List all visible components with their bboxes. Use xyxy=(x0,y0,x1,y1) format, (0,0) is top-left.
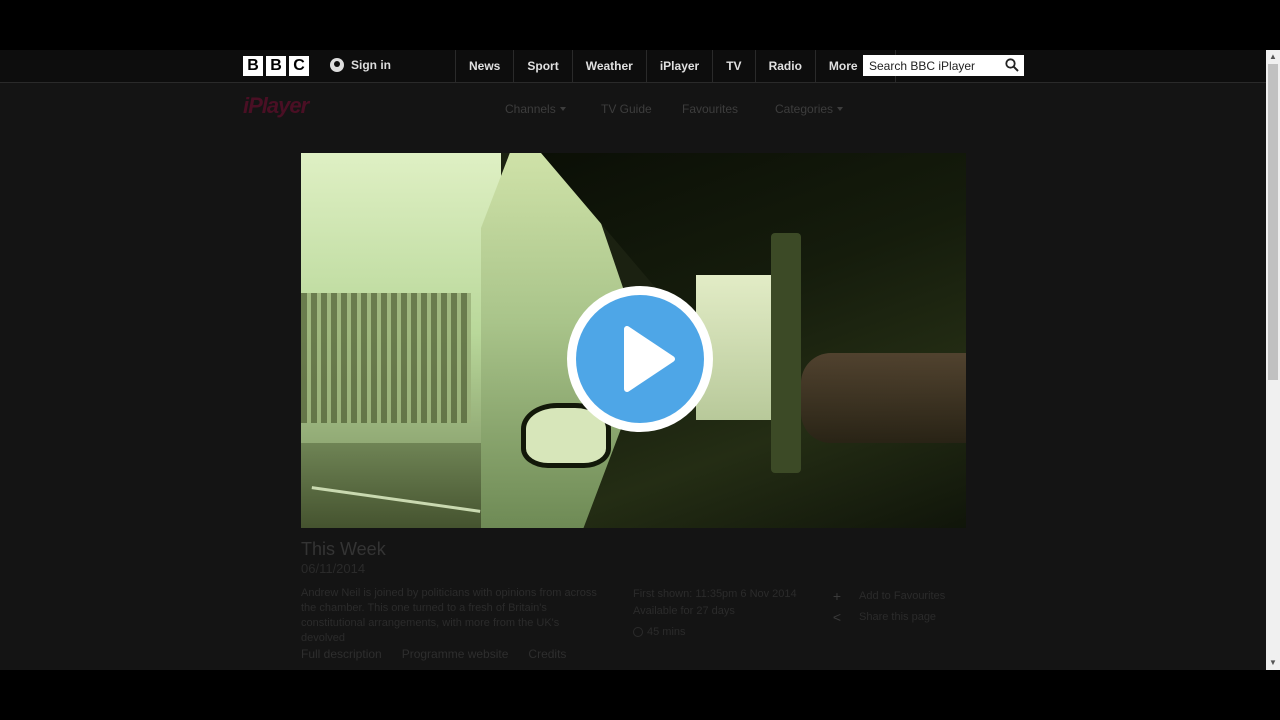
favourites-link[interactable]: Favourites xyxy=(682,102,738,116)
clock-icon xyxy=(633,627,643,637)
share-icon: < xyxy=(832,608,842,625)
video-frame-building xyxy=(301,293,471,423)
video-frame-headrest xyxy=(771,233,801,473)
page-scrollbar[interactable]: ▲ ▼ xyxy=(1266,50,1280,670)
programme-duration: 45 mins xyxy=(633,626,686,638)
nav-link-sport[interactable]: Sport xyxy=(513,50,571,82)
letterbox-bottom xyxy=(0,670,1280,720)
video-frame-seat xyxy=(801,353,966,443)
programme-date: 06/11/2014 xyxy=(301,561,366,576)
categories-label: Categories xyxy=(775,102,834,116)
channels-menu[interactable]: Channels xyxy=(505,102,566,116)
add-to-favourites-label: Add to Favourites xyxy=(859,589,946,602)
search-icon xyxy=(1005,58,1019,72)
nav-link-tv[interactable]: TV xyxy=(712,50,754,82)
nav-link-radio[interactable]: Radio xyxy=(754,50,815,82)
nav-more-label: More xyxy=(828,59,858,73)
chevron-down-icon xyxy=(837,107,844,111)
letterbox-top xyxy=(0,0,1280,50)
programme-title: This Week xyxy=(301,539,386,559)
bbc-logo-block: B xyxy=(243,56,263,76)
scroll-up-arrow-icon[interactable]: ▲ xyxy=(1266,50,1280,64)
iplayer-page: B B C Sign in News Sport Weather iPlayer… xyxy=(0,50,1266,670)
chevron-down-icon xyxy=(559,107,566,111)
search-box xyxy=(863,55,1024,76)
programme-actions: + Add to Favourites < Share this page xyxy=(831,585,945,627)
tab-programme-website[interactable]: Programme website xyxy=(402,647,509,661)
programme-meta: First shown: 11:35pm 6 Nov 2014 Availabl… xyxy=(633,586,797,620)
nav-link-weather[interactable]: Weather xyxy=(571,50,646,82)
user-icon xyxy=(330,58,344,72)
iplayer-logo[interactable]: iPlayer xyxy=(243,93,309,119)
search-input[interactable] xyxy=(863,55,998,76)
video-player[interactable] xyxy=(301,153,966,528)
programme-tabs: Full description Programme website Credi… xyxy=(301,647,566,661)
iplayer-nav: iPlayer Channels TV Guide Favourites Cat… xyxy=(0,83,1266,139)
scroll-thumb[interactable] xyxy=(1268,64,1278,380)
search-button[interactable] xyxy=(1000,55,1024,76)
sign-in-label: Sign in xyxy=(351,58,391,72)
tv-guide-link[interactable]: TV Guide xyxy=(601,102,652,116)
duration-label: 45 mins xyxy=(647,626,686,638)
play-button-circle xyxy=(576,295,704,423)
sign-in-link[interactable]: Sign in xyxy=(330,58,391,72)
first-shown: First shown: 11:35pm 6 Nov 2014 xyxy=(633,588,797,600)
nav-link-iplayer[interactable]: iPlayer xyxy=(645,50,712,82)
channels-label: Channels xyxy=(505,102,556,116)
play-button[interactable] xyxy=(567,286,713,432)
programme-description: Andrew Neil is joined by politicians wit… xyxy=(301,587,597,644)
bbc-nav-links: News Sport Weather iPlayer TV Radio More xyxy=(455,50,896,82)
add-to-favourites-button[interactable]: + Add to Favourites xyxy=(831,585,945,606)
bbc-logo[interactable]: B B C xyxy=(243,56,309,76)
bbc-global-nav: B B C Sign in News Sport Weather iPlayer… xyxy=(0,50,1266,83)
bbc-logo-block: C xyxy=(289,56,309,76)
share-button[interactable]: < Share this page xyxy=(831,606,945,627)
categories-menu[interactable]: Categories xyxy=(775,102,844,116)
share-label: Share this page xyxy=(859,610,937,623)
tab-full-description[interactable]: Full description xyxy=(301,647,382,661)
plus-icon: + xyxy=(832,587,842,604)
video-frame-road xyxy=(301,443,501,528)
scroll-down-arrow-icon[interactable]: ▼ xyxy=(1266,656,1280,670)
tab-credits[interactable]: Credits xyxy=(528,647,566,661)
bbc-logo-block: B xyxy=(266,56,286,76)
availability: Available for 27 days xyxy=(633,605,735,617)
play-icon xyxy=(624,326,675,392)
nav-link-news[interactable]: News xyxy=(455,50,513,82)
